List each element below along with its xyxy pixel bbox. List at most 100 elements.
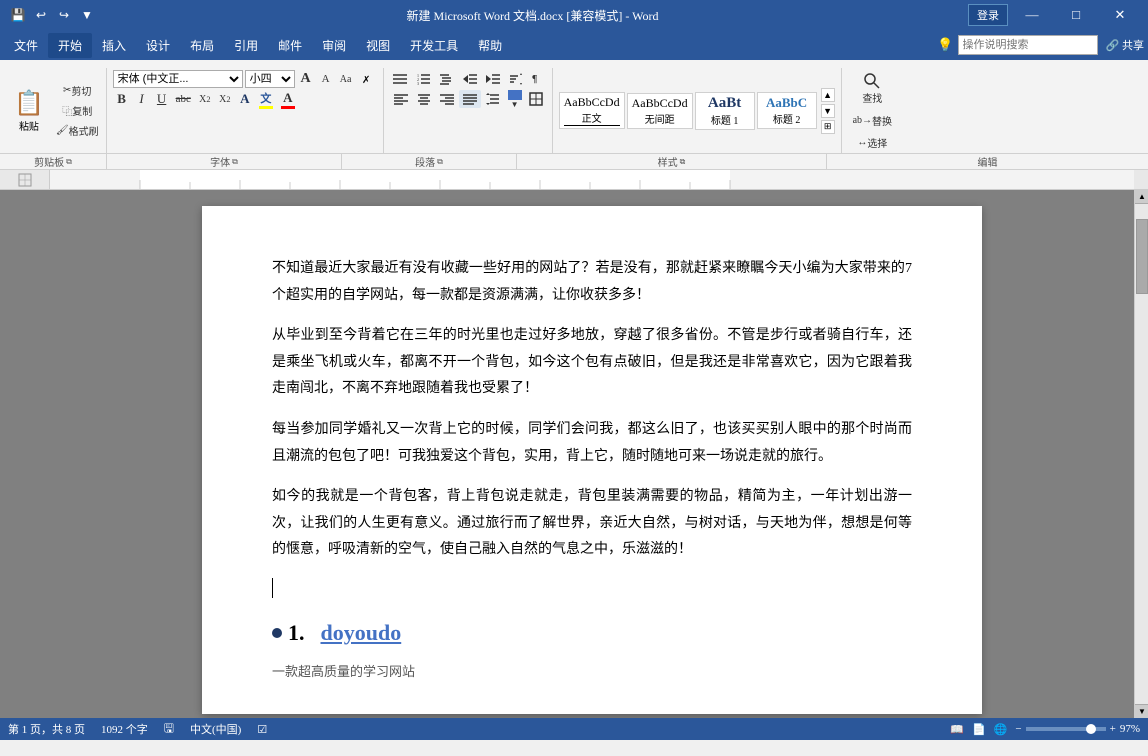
font-name-select[interactable]: 宋体 (中文正... (113, 70, 243, 88)
close-button[interactable]: ✕ (1100, 0, 1140, 30)
view-web-icon[interactable]: 🌐 (994, 723, 1008, 736)
language-info: 中文(中国) (190, 721, 241, 737)
zoom-slider[interactable] (1026, 727, 1106, 731)
font-dialog-icon[interactable]: ⧉ (232, 157, 238, 167)
style-heading2[interactable]: AaBbC 标题 2 (757, 92, 817, 129)
bold-button[interactable]: B (113, 90, 131, 108)
copy-button[interactable]: ⿻ 复制 (53, 102, 102, 120)
align-left-button[interactable] (390, 90, 412, 108)
clear-format-button[interactable]: ✗ (357, 70, 377, 88)
increase-indent-button[interactable] (482, 70, 504, 88)
shading-button[interactable]: ▼ (505, 90, 525, 108)
underline-button[interactable]: U (153, 90, 171, 108)
clipboard-dialog-icon[interactable]: ⧉ (66, 157, 72, 167)
style-normal[interactable]: AaBbCcDd 正文 (559, 92, 625, 129)
font-color-button[interactable]: A (278, 90, 298, 108)
styles-group: AaBbCcDd 正文 AaBbCcDd 无间距 AaBt 标题 1 AaBbC… (553, 68, 842, 153)
menu-design[interactable]: 设计 (136, 33, 180, 58)
grow-font-button[interactable]: A (297, 70, 315, 88)
status-bar: 第 1 页，共 8 页 1092 个字 🖫 中文(中国) ☑ 📖 📄 🌐 − +… (0, 718, 1148, 740)
cut-button[interactable]: ✂ 剪切 (53, 82, 102, 100)
menu-insert[interactable]: 插入 (92, 33, 136, 58)
select-button[interactable]: ↔ 选择 (854, 133, 890, 151)
editing-group: 查找 ab→ 替换 ↔ 选择 (842, 68, 903, 153)
text-effect-button[interactable]: A (236, 90, 254, 108)
justify-button[interactable] (459, 90, 481, 108)
paste-button[interactable]: 📋 粘贴 (8, 70, 50, 151)
decrease-indent-button[interactable] (459, 70, 481, 88)
ruler-corner (0, 170, 50, 189)
replace-button[interactable]: ab→ 替换 (850, 111, 895, 129)
shrink-font-button[interactable]: A (317, 70, 335, 88)
lightbulb-icon[interactable]: 💡 (937, 37, 953, 53)
menu-view[interactable]: 视图 (356, 33, 400, 58)
line-spacing-button[interactable] (482, 90, 504, 108)
menu-developer[interactable]: 开发工具 (400, 33, 468, 58)
scroll-track[interactable] (1135, 204, 1148, 704)
zoom-in-icon[interactable]: + (1110, 723, 1116, 735)
ruler-right (1134, 170, 1148, 189)
style-no-spacing[interactable]: AaBbCcDd 无间距 (627, 93, 693, 129)
format-painter-button[interactable]: 🖌 格式刷 (53, 122, 102, 140)
styles-scroll-down[interactable]: ▼ (821, 104, 835, 118)
bullets-button[interactable] (390, 70, 412, 88)
word-count: 1092 个字 (101, 721, 148, 737)
redo-icon[interactable]: ↪ (54, 5, 74, 25)
share-button[interactable]: 🔗 共享 (1106, 37, 1144, 53)
vertical-scrollbar[interactable]: ▲ ▼ (1134, 190, 1148, 718)
language-icon: 🖫 (164, 719, 174, 740)
styles-scroll-up[interactable]: ▲ (821, 88, 835, 102)
borders-button[interactable] (526, 90, 546, 108)
view-read-icon[interactable]: 📖 (950, 723, 964, 736)
menu-review[interactable]: 审阅 (312, 33, 356, 58)
paragraph-4: 如今的我就是一个背包客，背上背包说走就走，背包里装满需要的物品，精简为主，一年计… (272, 484, 912, 564)
paragraph-dialog-icon[interactable]: ⧉ (437, 157, 443, 167)
scroll-thumb[interactable] (1136, 219, 1148, 294)
strikethrough-button[interactable]: abc (173, 90, 194, 108)
find-button[interactable]: 查找 (857, 70, 887, 107)
doc-left-margin (0, 190, 50, 718)
title-bar-left: 💾 ↩ ↪ ▼ (8, 5, 97, 25)
doc-check-icon: ☑ (257, 723, 267, 736)
undo-icon[interactable]: ↩ (31, 5, 51, 25)
styles-dialog-icon[interactable]: ⧉ (680, 157, 686, 167)
save-icon[interactable]: 💾 (8, 5, 28, 25)
svg-text:3: 3 (417, 81, 419, 86)
styles-more[interactable]: ⊞ (821, 120, 835, 134)
login-button[interactable]: 登录 (968, 4, 1008, 26)
menu-help[interactable]: 帮助 (468, 33, 512, 58)
italic-button[interactable]: I (133, 90, 151, 108)
document-page: 不知道最近大家最近有没有收藏一些好用的网站了？若是没有，那就赶紧来瞭瞩今天小编为… (202, 206, 982, 714)
font-case-button[interactable]: Aa (337, 70, 355, 88)
menu-mailings[interactable]: 邮件 (268, 33, 312, 58)
minimize-button[interactable]: — (1012, 0, 1052, 30)
menu-references[interactable]: 引用 (224, 33, 268, 58)
scroll-down-button[interactable]: ▼ (1135, 704, 1148, 718)
superscript-button[interactable]: X2 (216, 90, 234, 108)
view-print-icon[interactable]: 📄 (972, 723, 986, 736)
show-hide-button[interactable]: ¶ (526, 70, 544, 88)
multilevel-list-button[interactable] (436, 70, 458, 88)
font-size-select[interactable]: 小四 (245, 70, 295, 88)
bullet-circle (272, 628, 282, 638)
zoom-out-icon[interactable]: − (1015, 723, 1021, 735)
zoom-thumb[interactable] (1086, 724, 1096, 734)
scroll-up-button[interactable]: ▲ (1135, 190, 1148, 204)
text-highlight-button[interactable]: 文 (256, 90, 276, 108)
page-info: 第 1 页，共 8 页 (8, 721, 85, 737)
document-scroll-area[interactable]: 不知道最近大家最近有没有收藏一些好用的网站了？若是没有，那就赶紧来瞭瞩今天小编为… (50, 190, 1134, 718)
customize-qat-icon[interactable]: ▼ (77, 5, 97, 25)
numbering-button[interactable]: 123 (413, 70, 435, 88)
align-right-button[interactable] (436, 90, 458, 108)
center-button[interactable] (413, 90, 435, 108)
menu-file[interactable]: 文件 (4, 33, 48, 58)
clipboard-label: 剪贴板 ⧉ (0, 154, 107, 169)
menu-layout[interactable]: 布局 (180, 33, 224, 58)
help-search-input[interactable] (958, 35, 1098, 55)
maximize-button[interactable]: □ (1056, 0, 1096, 30)
style-heading1[interactable]: AaBt 标题 1 (695, 92, 755, 130)
subscript-button[interactable]: X2 (196, 90, 214, 108)
menu-home[interactable]: 开始 (48, 33, 92, 58)
sort-button[interactable] (505, 70, 525, 88)
zoom-level: 97% (1120, 723, 1140, 735)
